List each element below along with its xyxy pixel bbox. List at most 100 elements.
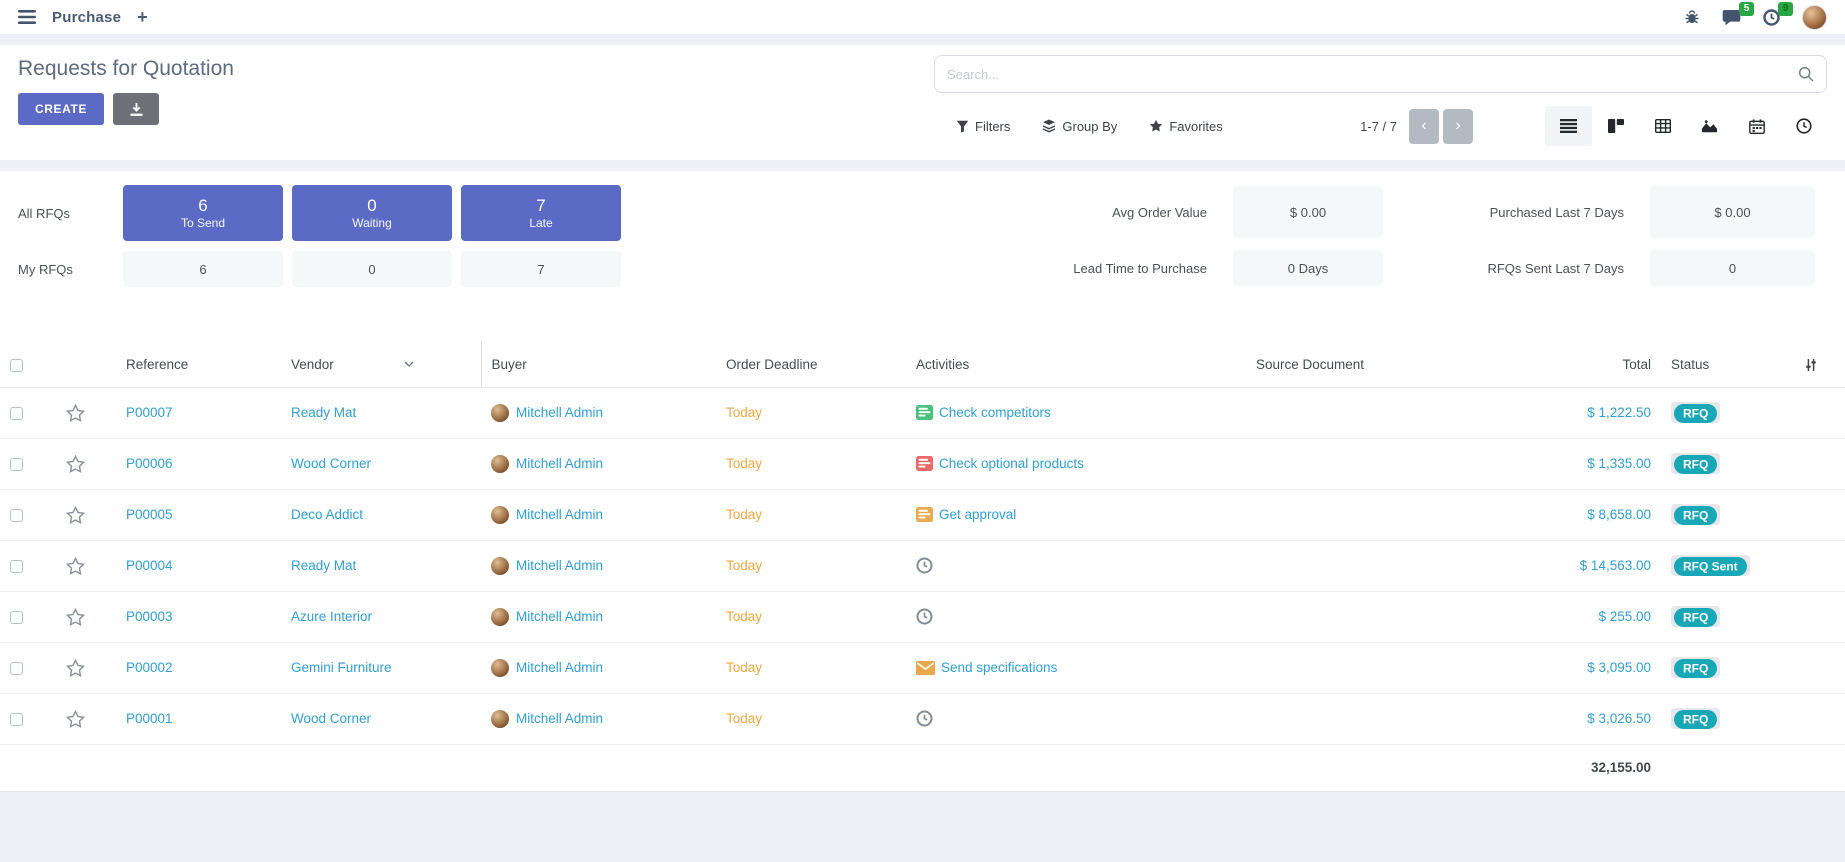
vendor-link[interactable]: Ready Mat	[291, 405, 356, 420]
row-checkbox[interactable]	[10, 509, 23, 522]
row-checkbox[interactable]	[10, 458, 23, 471]
graph-view-button[interactable]	[1686, 106, 1733, 146]
search-input[interactable]	[947, 67, 1798, 82]
table-row[interactable]: P00007 Ready Mat Mitchell Admin Today Ch…	[0, 387, 1845, 438]
header-source-document[interactable]: Source Document	[1246, 342, 1526, 387]
header-reference[interactable]: Reference	[116, 342, 281, 387]
pivot-view-button[interactable]	[1639, 106, 1686, 146]
row-checkbox[interactable]	[10, 611, 23, 624]
tile-late[interactable]: 7 Late	[461, 185, 621, 241]
debug-bug-icon[interactable]	[1684, 9, 1700, 25]
activities-count-badge: 9	[1778, 2, 1793, 16]
favorite-star-icon[interactable]	[66, 404, 85, 419]
reference-link[interactable]: P00004	[126, 558, 173, 573]
tile-to-send[interactable]: 6 To Send	[123, 185, 283, 241]
activity-list-icon[interactable]	[916, 456, 933, 472]
group-by-button[interactable]: Group By	[1042, 119, 1117, 134]
reference-link[interactable]: P00007	[126, 405, 173, 420]
reference-link[interactable]: P00006	[126, 456, 173, 471]
buyer-link[interactable]: Mitchell Admin	[516, 609, 603, 624]
search-box[interactable]	[934, 55, 1827, 93]
favorite-star-icon[interactable]	[66, 659, 85, 674]
buyer-link[interactable]: Mitchell Admin	[516, 405, 603, 420]
activity-envelope-icon[interactable]	[916, 660, 935, 675]
vendor-link[interactable]: Azure Interior	[291, 609, 372, 624]
export-button[interactable]	[113, 93, 159, 125]
filters-button[interactable]: Filters	[956, 119, 1010, 134]
table-row[interactable]: P00002 Gemini Furniture Mitchell Admin T…	[0, 642, 1845, 693]
order-deadline: Today	[726, 558, 762, 573]
reference-link[interactable]: P00002	[126, 660, 173, 675]
activity-clock-icon[interactable]	[916, 710, 933, 727]
table-row[interactable]: P00005 Deco Addict Mitchell Admin Today …	[0, 489, 1845, 540]
row-checkbox[interactable]	[10, 407, 23, 420]
table-row[interactable]: P00001 Wood Corner Mitchell Admin Today …	[0, 693, 1845, 744]
list-view-button[interactable]	[1545, 106, 1592, 146]
row-checkbox[interactable]	[10, 713, 23, 726]
activity-list-icon[interactable]	[916, 507, 933, 523]
activity-label[interactable]: Check optional products	[939, 456, 1084, 471]
hamburger-menu-icon[interactable]	[18, 10, 36, 24]
all-rfqs-label: All RFQs	[18, 206, 114, 221]
favorite-star-icon[interactable]	[66, 455, 85, 470]
my-waiting-tile[interactable]: 0	[292, 251, 452, 287]
table-row[interactable]: P00004 Ready Mat Mitchell Admin Today $ …	[0, 540, 1845, 591]
activity-label[interactable]: Get approval	[939, 507, 1016, 522]
group-by-layers-icon	[1042, 119, 1056, 133]
optional-columns-icon[interactable]	[1805, 357, 1817, 372]
favorites-button[interactable]: Favorites	[1149, 119, 1222, 134]
activity-clock-icon[interactable]	[916, 557, 933, 574]
vendor-link[interactable]: Gemini Furniture	[291, 660, 392, 675]
header-order-deadline[interactable]: Order Deadline	[716, 342, 906, 387]
order-deadline: Today	[726, 405, 762, 420]
favorite-star-icon[interactable]	[66, 506, 85, 521]
buyer-link[interactable]: Mitchell Admin	[516, 558, 603, 573]
reference-link[interactable]: P00003	[126, 609, 173, 624]
header-status[interactable]: Status	[1661, 342, 1773, 387]
search-icon[interactable]	[1798, 66, 1814, 82]
rfq-list-view: Reference Vendor Buyer Order Deadline Ac…	[0, 287, 1845, 792]
reference-link[interactable]: P00001	[126, 711, 173, 726]
my-late-tile[interactable]: 7	[461, 251, 621, 287]
header-total[interactable]: Total	[1526, 342, 1661, 387]
row-checkbox[interactable]	[10, 560, 23, 573]
favorite-star-icon[interactable]	[66, 710, 85, 725]
activity-view-button[interactable]	[1780, 106, 1827, 146]
my-to-send-tile[interactable]: 6	[123, 251, 283, 287]
favorite-star-icon[interactable]	[66, 608, 85, 623]
buyer-link[interactable]: Mitchell Admin	[516, 507, 603, 522]
vendor-link[interactable]: Ready Mat	[291, 558, 356, 573]
table-row[interactable]: P00003 Azure Interior Mitchell Admin Tod…	[0, 591, 1845, 642]
vendor-link[interactable]: Wood Corner	[291, 456, 371, 471]
activity-list-icon[interactable]	[916, 405, 933, 421]
buyer-link[interactable]: Mitchell Admin	[516, 456, 603, 471]
favorite-star-icon[interactable]	[66, 557, 85, 572]
activity-label[interactable]: Check competitors	[939, 405, 1051, 420]
messages-icon[interactable]: 5	[1722, 9, 1741, 26]
new-tab-plus-button[interactable]: +	[137, 8, 148, 26]
header-vendor[interactable]: Vendor	[281, 342, 481, 387]
select-all-checkbox[interactable]	[10, 359, 23, 372]
table-row[interactable]: P00006 Wood Corner Mitchell Admin Today …	[0, 438, 1845, 489]
vendor-link[interactable]: Deco Addict	[291, 507, 363, 522]
vendor-link[interactable]: Wood Corner	[291, 711, 371, 726]
header-activities[interactable]: Activities	[906, 342, 1246, 387]
buyer-avatar	[491, 659, 509, 677]
kanban-view-button[interactable]	[1592, 106, 1639, 146]
pager-next-button[interactable]: ›	[1443, 109, 1473, 144]
tile-waiting[interactable]: 0 Waiting	[292, 185, 452, 241]
activities-clock-icon[interactable]: 9	[1763, 9, 1780, 26]
activity-clock-icon[interactable]	[916, 608, 933, 625]
create-button[interactable]: CREATE	[18, 93, 104, 125]
header-buyer[interactable]: Buyer	[481, 342, 716, 387]
activity-label[interactable]: Send specifications	[941, 660, 1057, 675]
buyer-link[interactable]: Mitchell Admin	[516, 660, 603, 675]
row-checkbox[interactable]	[10, 662, 23, 675]
buyer-link[interactable]: Mitchell Admin	[516, 711, 603, 726]
total-amount: $ 1,222.50	[1587, 405, 1651, 420]
calendar-view-button[interactable]	[1733, 106, 1780, 146]
app-title[interactable]: Purchase	[52, 9, 121, 26]
user-avatar[interactable]	[1802, 5, 1827, 30]
reference-link[interactable]: P00005	[126, 507, 173, 522]
pager-previous-button[interactable]: ‹	[1409, 109, 1439, 144]
